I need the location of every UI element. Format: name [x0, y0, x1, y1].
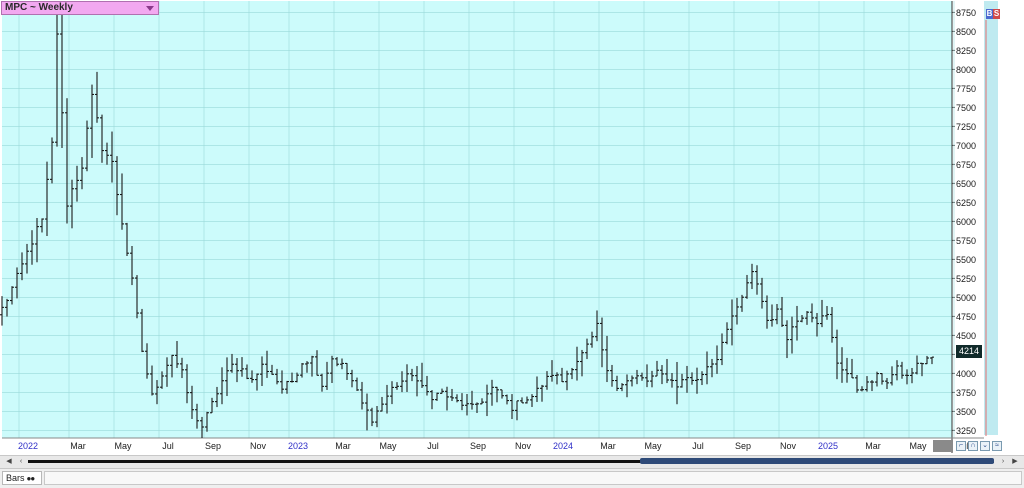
scroll-end-icon[interactable]: ›: [998, 457, 1008, 466]
x-tick-label: May: [909, 441, 927, 451]
x-tick-label: Nov: [515, 441, 532, 451]
y-tick-label: 5250: [956, 274, 976, 284]
price-chart: 3250350037504000425045004750500052505500…: [0, 0, 1024, 455]
chart-tool-buttons: ⌐ ∩ ⌄ ≈: [956, 441, 1002, 452]
y-tick-label: 4000: [956, 369, 976, 379]
y-tick-label: 5500: [956, 255, 976, 265]
buy-badge[interactable]: B: [986, 9, 993, 19]
y-tick-label: 6500: [956, 179, 976, 189]
y-tick-label: 7250: [956, 122, 976, 132]
x-tick-label: Jul: [692, 441, 704, 451]
compress-icon[interactable]: ⌄: [980, 441, 990, 451]
y-tick-label: 6000: [956, 217, 976, 227]
y-tick-label: 3500: [956, 407, 976, 417]
y-tick-label: 7750: [956, 84, 976, 94]
y-tick-label: 4500: [956, 331, 976, 341]
x-tick-label: Mar: [865, 441, 881, 451]
symbol-selector[interactable]: MPC ~ Weekly: [1, 1, 159, 15]
y-tick-label: 8750: [956, 8, 976, 18]
y-tick-label: 8000: [956, 65, 976, 75]
y-tick-label: 7000: [956, 141, 976, 151]
axis-corner-block: [933, 440, 953, 452]
expand-icon[interactable]: ≈: [992, 441, 1002, 451]
x-tick-label: Mar: [70, 441, 86, 451]
y-tick-label: 6750: [956, 160, 976, 170]
scroll-right-icon[interactable]: ▶: [1010, 457, 1020, 466]
x-tick-label: 2024: [553, 441, 573, 451]
y-tick-label: 7500: [956, 103, 976, 113]
symbol-label: MPC ~ Weekly: [5, 2, 73, 13]
x-tick-label: Mar: [335, 441, 351, 451]
x-tick-label: 2025: [818, 441, 838, 451]
bars-label: Bars: [6, 473, 25, 483]
x-tick-label: Sep: [205, 441, 221, 451]
x-tick-label: Mar: [600, 441, 616, 451]
status-bar: Bars ●●: [0, 468, 1024, 488]
x-tick-label: 2023: [288, 441, 308, 451]
buy-sell-badges[interactable]: BS: [986, 9, 1000, 19]
plot-background: [2, 1, 952, 438]
x-tick-label: May: [114, 441, 132, 451]
y-tick-label: 5000: [956, 293, 976, 303]
chart-area: 3250350037504000425045004750500052505500…: [0, 0, 1024, 455]
y-tick-label: 3250: [956, 426, 976, 436]
sell-badge[interactable]: S: [993, 9, 1000, 19]
scroll-left-icon[interactable]: ◀: [4, 457, 14, 466]
y-tick-label: 6250: [956, 198, 976, 208]
horizontal-scrollbar[interactable]: ◀ ‹ › ▶: [0, 455, 1024, 468]
y-tick-label: 3750: [956, 388, 976, 398]
dropdown-arrow-icon[interactable]: [146, 6, 154, 11]
scroll-start-icon[interactable]: ‹: [16, 457, 26, 466]
bars-dots-icon: ●●: [26, 474, 36, 483]
x-tick-label: Nov: [780, 441, 797, 451]
y-tick-label: 4750: [956, 312, 976, 322]
x-tick-label: May: [379, 441, 397, 451]
x-tick-label: 2022: [18, 441, 38, 451]
bars-selector[interactable]: Bars ●●: [2, 471, 42, 485]
x-tick-label: Sep: [735, 441, 751, 451]
scroll-thumb[interactable]: [640, 458, 994, 464]
fit-icon[interactable]: ∩: [968, 441, 978, 451]
x-tick-label: Jul: [427, 441, 439, 451]
x-tick-label: Nov: [250, 441, 267, 451]
status-fill: [44, 471, 1022, 485]
y-tick-label: 5750: [956, 236, 976, 246]
y-tick-label: 8500: [956, 27, 976, 37]
x-tick-label: May: [644, 441, 662, 451]
last-price-tag: 4214: [956, 345, 982, 358]
y-tick-label: 8250: [956, 46, 976, 56]
x-tick-label: Sep: [470, 441, 486, 451]
zoom-in-icon[interactable]: ⌐: [956, 441, 966, 451]
x-tick-label: Jul: [162, 441, 174, 451]
